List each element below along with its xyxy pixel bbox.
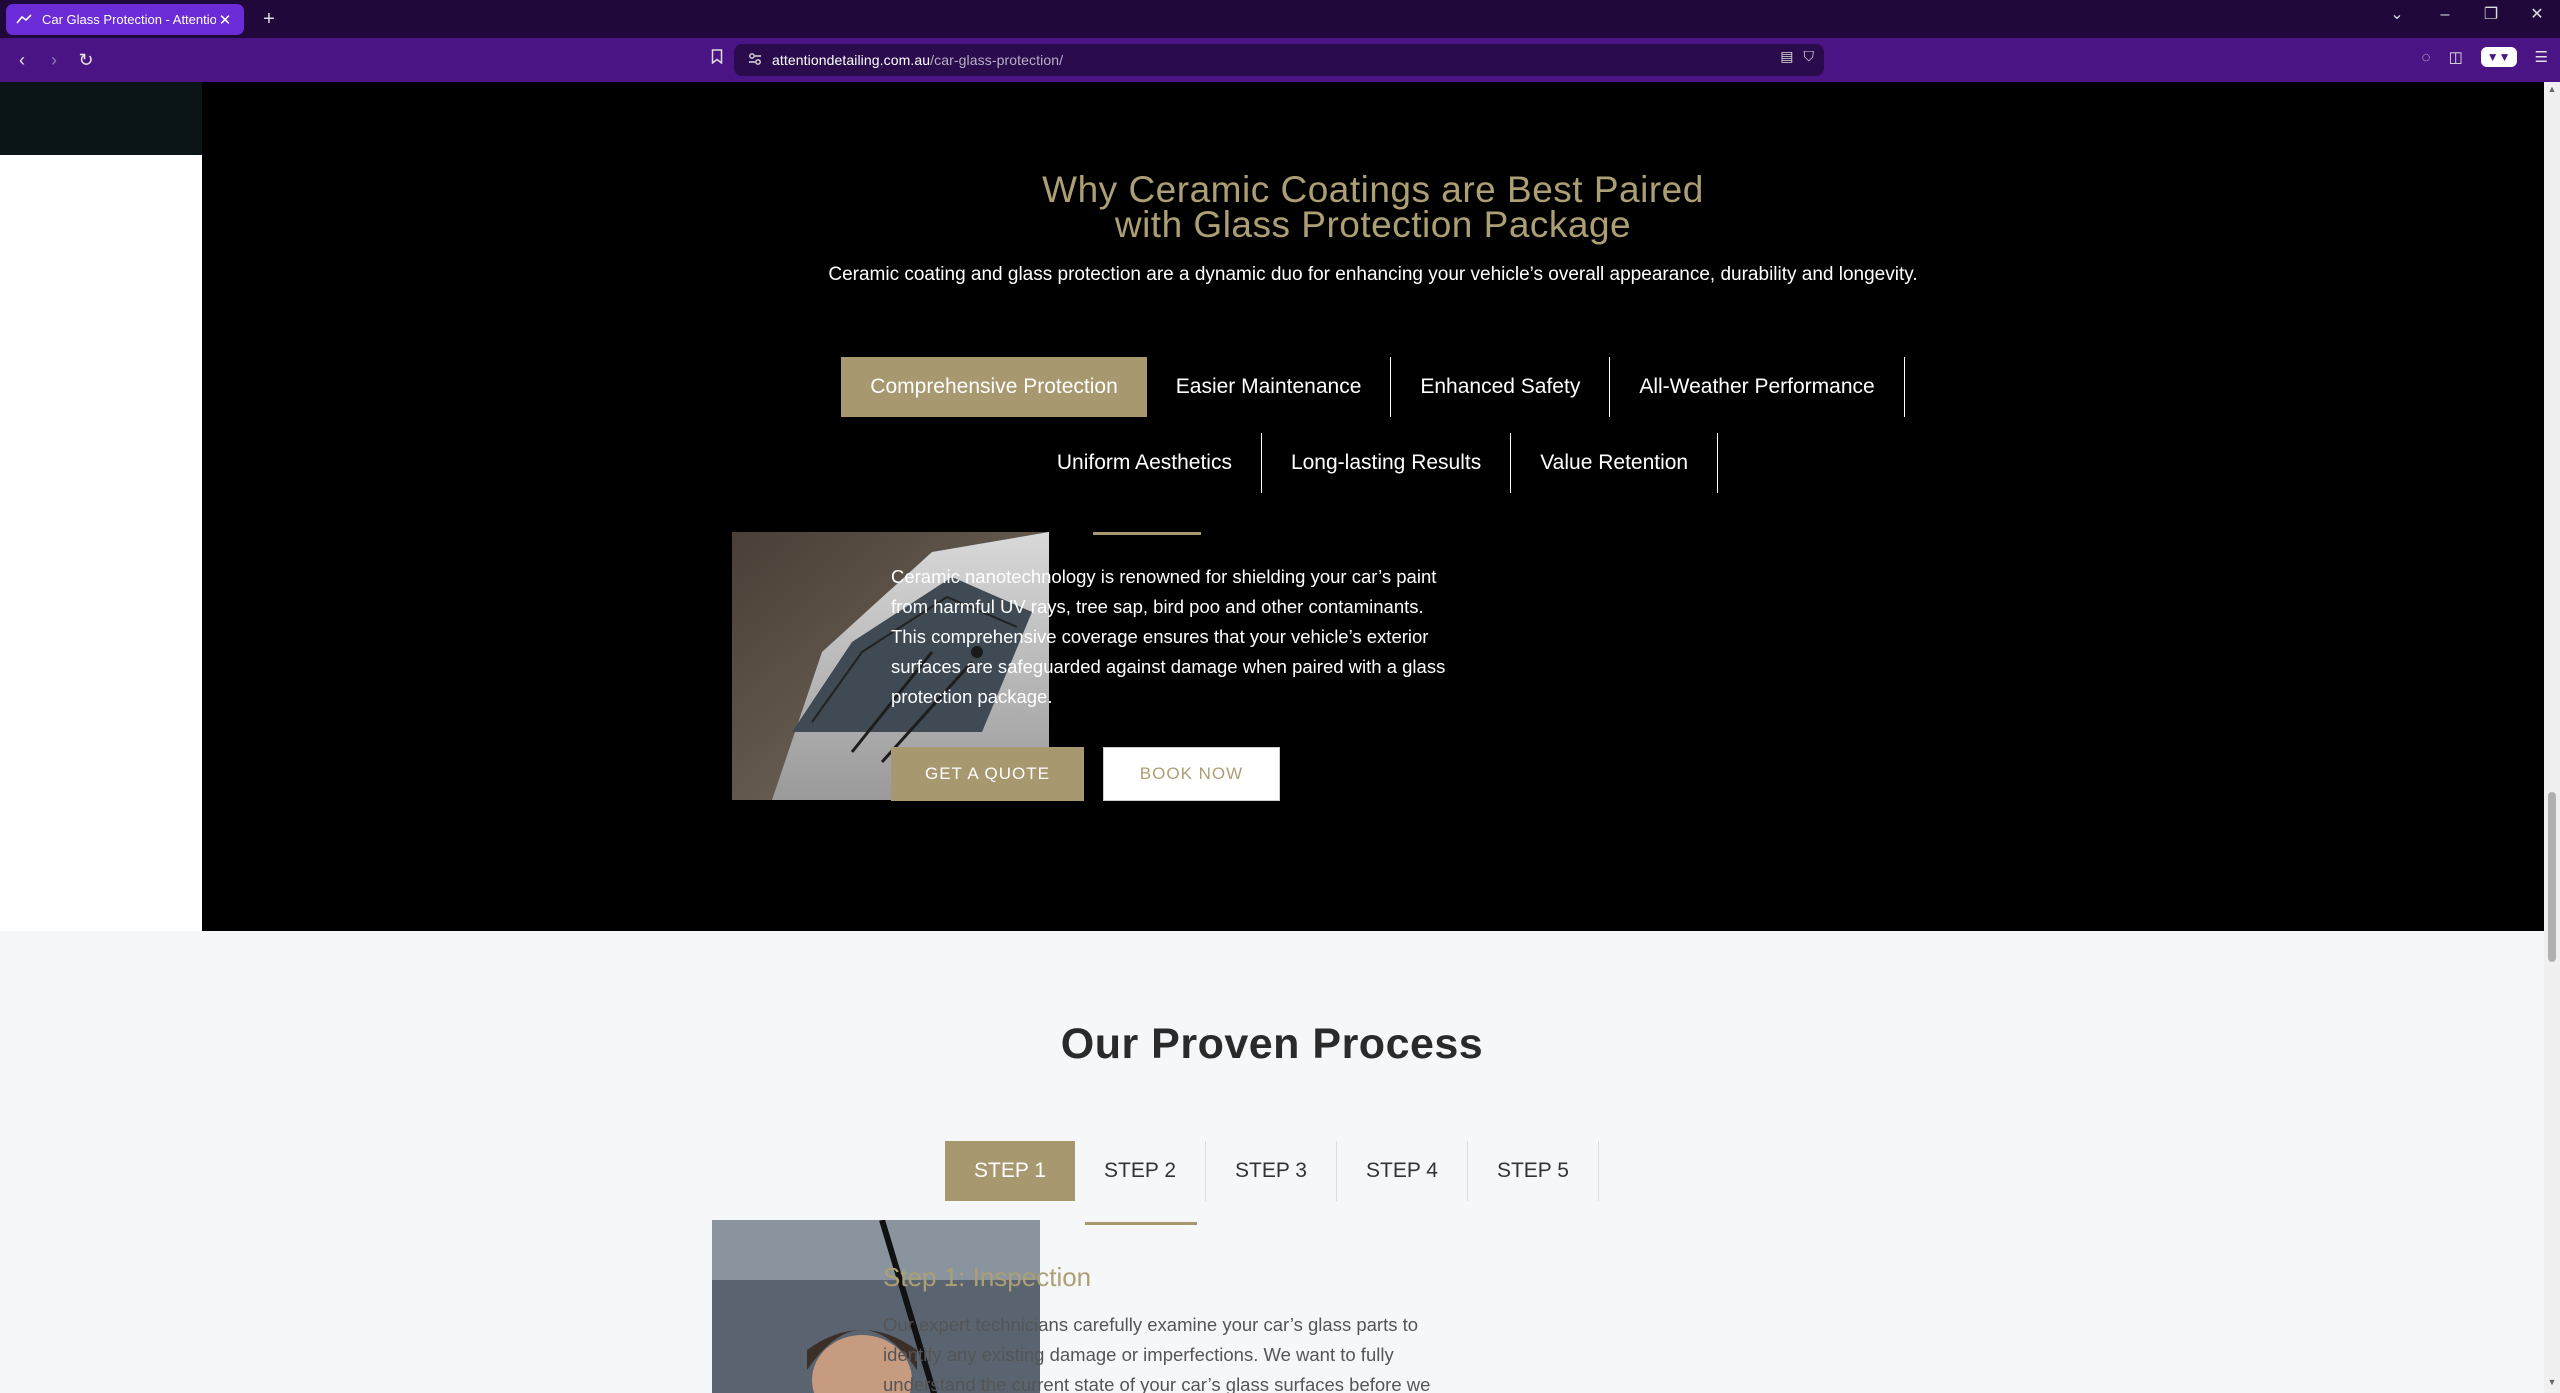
tab-enhanced-safety[interactable]: Enhanced Safety (1391, 357, 1611, 417)
menu-icon[interactable]: ☰ (2535, 48, 2548, 66)
page-scrollbar[interactable]: ▲ ▼ (2544, 82, 2560, 1393)
left-gutter (0, 82, 202, 931)
tab-close-icon[interactable]: ✕ (216, 11, 234, 29)
tab-all-weather-performance[interactable]: All-Weather Performance (1610, 357, 1905, 417)
tab-step-3[interactable]: STEP 3 (1206, 1141, 1337, 1201)
tab-list-chevron-icon[interactable]: ⌄ (2374, 0, 2420, 38)
tab-value-retention[interactable]: Value Retention (1511, 433, 1719, 493)
tab-title: Car Glass Protection - Attention (42, 12, 216, 27)
process-steps-row: STEP 1 STEP 2 STEP 3 STEP 4 STEP 5 (0, 1141, 2544, 1201)
tab-easier-maintenance[interactable]: Easier Maintenance (1147, 357, 1392, 417)
site-info-icon[interactable] (748, 52, 772, 69)
get-a-quote-button[interactable]: GET A QUOTE (891, 747, 1084, 801)
sidebar-toggle-icon[interactable]: ◫ (2449, 48, 2463, 66)
scrollbar-thumb[interactable] (2548, 792, 2556, 962)
url-text: attentiondetailing.com.au/car-glass-prot… (772, 52, 1063, 68)
benefits-heading: Why Ceramic Coatings are Best Paired wit… (202, 171, 2544, 245)
process-heading: Our Proven Process (1060, 1020, 1484, 1068)
reader-mode-icon[interactable]: ▤ (1780, 48, 1793, 65)
address-bar[interactable]: attentiondetailing.com.au/car-glass-prot… (711, 44, 1824, 76)
reload-button[interactable]: ↻ (72, 46, 100, 74)
url-path: /car-glass-protection/ (930, 52, 1064, 68)
leo-ai-icon[interactable]: ◌ (2422, 49, 2431, 66)
url-domain: attentiondetailing.com.au (772, 52, 931, 68)
tab-step-4[interactable]: STEP 4 (1337, 1141, 1468, 1201)
benefits-intro: Ceramic coating and glass protection are… (828, 264, 1918, 285)
restore-button[interactable]: ❐ (2468, 0, 2514, 38)
left-dark-block (0, 82, 202, 155)
bookmark-icon[interactable] (706, 48, 728, 72)
brave-wallet-icon[interactable]: ▼▼ (2480, 47, 2517, 67)
tab-step-1[interactable]: STEP 1 (945, 1141, 1076, 1201)
web-page: Why Ceramic Coatings are Best Paired wit… (0, 82, 2544, 1393)
scroll-up-icon[interactable]: ▲ (2544, 84, 2560, 98)
brave-shields-icon[interactable]: ⛉ (1804, 48, 1815, 65)
benefit-body-text: Ceramic nanotechnology is renowned for s… (891, 566, 1446, 707)
benefit-accent-line (1093, 532, 1201, 535)
browser-tab-bar: Car Glass Protection - Attention ✕ + ⌄ –… (0, 0, 2560, 38)
step-title: Step 1: Inspection (883, 1262, 1092, 1292)
benefit-tabs-row1: Comprehensive Protection Easier Maintena… (202, 357, 2544, 417)
benefits-heading-line2: with Glass Protection Package (1114, 204, 1632, 245)
back-button[interactable]: ‹ (8, 46, 36, 74)
step-text: Our expert technicians carefully examine… (883, 1314, 1431, 1393)
browser-tab[interactable]: Car Glass Protection - Attention ✕ (6, 4, 244, 35)
benefit-tabs-row2: Uniform Aesthetics Long-lasting Results … (202, 433, 2544, 493)
tab-comprehensive-protection[interactable]: Comprehensive Protection (841, 357, 1147, 417)
new-tab-button[interactable]: + (256, 6, 282, 32)
tab-step-5[interactable]: STEP 5 (1468, 1141, 1599, 1201)
site-favicon-icon (16, 12, 32, 28)
tab-step-2[interactable]: STEP 2 (1075, 1141, 1206, 1201)
scroll-down-icon[interactable]: ▼ (2544, 1377, 2560, 1391)
benefits-section: Why Ceramic Coatings are Best Paired wit… (202, 82, 2544, 931)
tab-uniform-aesthetics[interactable]: Uniform Aesthetics (1028, 433, 1262, 493)
forward-button[interactable]: › (40, 46, 68, 74)
close-window-button[interactable]: ✕ (2514, 0, 2560, 38)
minimize-button[interactable]: – (2422, 0, 2468, 38)
step-accent-line (1085, 1222, 1197, 1225)
book-now-button[interactable]: BOOK NOW (1103, 747, 1280, 801)
tab-long-lasting-results[interactable]: Long-lasting Results (1262, 433, 1512, 493)
